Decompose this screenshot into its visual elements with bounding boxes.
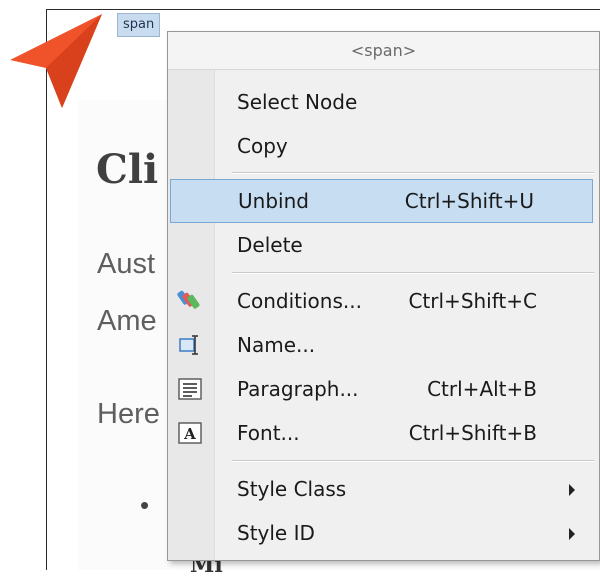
context-menu-header: <span> xyxy=(168,32,599,70)
document-line-1: Aust xyxy=(97,248,156,280)
menu-item-label: Style ID xyxy=(237,521,315,545)
menu-item-label: Copy xyxy=(237,134,288,158)
menu-item-label: Conditions... xyxy=(237,289,362,313)
document-heading: Cli xyxy=(96,146,159,193)
document-line-3: Here xyxy=(97,398,160,430)
name-field-icon xyxy=(179,335,198,355)
menu-item-delete[interactable]: Delete xyxy=(168,223,599,267)
menu-item-label: Unbind xyxy=(238,189,309,213)
callout-arrow-icon xyxy=(10,14,102,108)
menu-item-font[interactable]: A Font... Ctrl+Shift+B xyxy=(168,411,599,455)
span-tag-label[interactable]: span xyxy=(117,13,161,37)
menu-item-select-node[interactable]: Select Node xyxy=(168,80,599,124)
paragraph-lines-icon xyxy=(178,378,202,400)
menu-item-label: Style Class xyxy=(237,477,347,501)
menu-item-copy[interactable]: Copy xyxy=(168,124,599,168)
menu-item-unbind[interactable]: Unbind Ctrl+Shift+U xyxy=(170,179,593,223)
menu-item-name[interactable]: Name... xyxy=(168,323,599,367)
context-menu: <span> Select Node Copy Unbind Ctrl+Shif… xyxy=(167,31,600,561)
menu-item-shortcut: Ctrl+Alt+B xyxy=(427,377,537,401)
menu-item-paragraph[interactable]: Paragraph... Ctrl+Alt+B xyxy=(168,367,599,411)
submenu-arrow-icon xyxy=(569,484,575,496)
menu-item-conditions[interactable]: Conditions... Ctrl+Shift+C xyxy=(168,279,599,323)
menu-item-label: Select Node xyxy=(237,90,358,114)
menu-item-label: Delete xyxy=(237,233,303,257)
menu-item-shortcut: Ctrl+Shift+B xyxy=(408,421,537,445)
submenu-arrow-icon xyxy=(569,528,575,540)
menu-separator xyxy=(232,460,594,462)
menu-item-shortcut: Ctrl+Shift+U xyxy=(404,189,534,213)
menu-separator xyxy=(232,172,594,174)
menu-separator xyxy=(232,272,594,274)
menu-item-label: Font... xyxy=(237,421,300,445)
document-bullet: • xyxy=(140,490,150,520)
menu-item-style-id[interactable]: Style ID xyxy=(168,511,599,555)
svg-text:A: A xyxy=(183,425,196,443)
conditions-tags-icon xyxy=(177,290,200,309)
menu-item-label: Name... xyxy=(237,333,316,357)
document-line-2: Ame xyxy=(97,305,157,337)
font-a-icon: A xyxy=(178,422,202,444)
menu-item-shortcut: Ctrl+Shift+C xyxy=(408,289,537,313)
menu-item-label: Paragraph... xyxy=(237,377,359,401)
menu-item-style-class[interactable]: Style Class xyxy=(168,467,599,511)
